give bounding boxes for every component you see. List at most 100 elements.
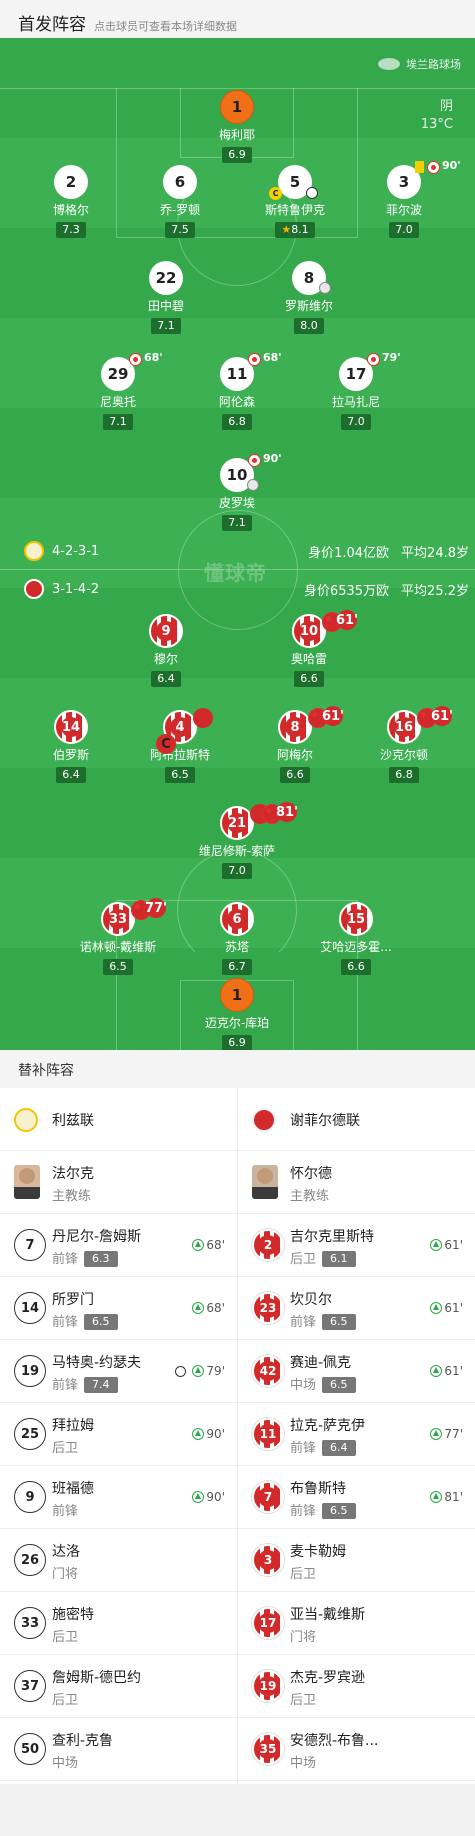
player-home-dm1[interactable]: 22 田中碧 7.1 [111, 261, 221, 334]
sub-in-minute: 77' [444, 1427, 463, 1441]
jersey-icon: 2 [252, 1229, 284, 1261]
player-home-st[interactable]: 10 90' 皮罗埃 7.1 [182, 452, 292, 531]
player-name: 施密特 [52, 1607, 94, 1623]
position-text: 后卫 [290, 1693, 317, 1708]
sub-in-icon [192, 1428, 205, 1440]
lineup-hint: 点击球员可查看本场详细数据 [94, 20, 237, 33]
player-away-dm[interactable]: 21 81' 维尼修斯-索萨 7.0 [182, 802, 298, 879]
home-team-row[interactable]: 利兹联 [0, 1088, 237, 1151]
player-name: 詹姆斯-德巴约 [52, 1670, 142, 1686]
player-away-cb3[interactable]: 15 艾哈迈多霍... 6.6 [301, 902, 411, 975]
sub-player-row[interactable]: 19 杰克-罗宾逊 后卫 [238, 1655, 475, 1718]
sub-player-row[interactable]: 2 吉尔克里斯特 后卫 6.1 61' [238, 1214, 475, 1277]
player-away-m3[interactable]: 8 61' 阿梅尔 6.6 [240, 706, 350, 783]
sub-player-row[interactable]: 26 达洛 门将 [0, 1529, 237, 1592]
player-home-cb2[interactable]: 5 C 斯特鲁伊克 ★8.1 [240, 165, 350, 238]
coach-role: 主教练 [290, 1189, 330, 1204]
sub-player-row[interactable]: 17 亚当-戴维斯 门将 [238, 1592, 475, 1655]
player-away-cb2[interactable]: 6 苏塔 6.7 [182, 902, 292, 975]
jersey-number: 23 [258, 1298, 278, 1318]
sub-in-info: 68' [192, 1301, 225, 1315]
player-away-m1[interactable]: 14 伯罗斯 6.4 [16, 710, 126, 783]
player-position: 后卫 [52, 1437, 78, 1456]
jersey-number: 29 [107, 365, 129, 383]
player-rating: 7.3 [56, 222, 86, 238]
player-away-m4[interactable]: 16 61' 沙克尔顿 6.8 [349, 706, 459, 783]
player-rating: 6.4 [151, 671, 181, 687]
home-coach-row[interactable]: 法尔克 主教练 [0, 1151, 237, 1214]
jersey-number: 6 [227, 909, 247, 929]
player-position: 门将 [52, 1563, 78, 1582]
player-home-dm2[interactable]: 8 罗斯维尔 8.0 [254, 261, 364, 334]
player-name: 博格尔 [52, 203, 89, 217]
player-rating: 7.4 [84, 1377, 118, 1393]
player-away-st2[interactable]: 10 61' 奥哈雷 6.6 [254, 610, 364, 687]
coach-name: 怀尔德 [290, 1166, 332, 1182]
team-name: 谢菲尔德联 [290, 1113, 360, 1129]
jersey-icon: 8 [292, 261, 331, 295]
sub-player-row[interactable]: 9 班福德 前锋 90' [0, 1466, 237, 1529]
jersey-number: 33 [108, 909, 128, 929]
sub-player-row[interactable]: 7 丹尼尔-詹姆斯 前锋 6.3 68' [0, 1214, 237, 1277]
stadium-icon [378, 58, 400, 70]
player-away-st1[interactable]: 9 穆尔 6.4 [111, 614, 221, 687]
player-home-cb1[interactable]: 6 乔-罗顿 7.5 [125, 165, 235, 238]
player-rating: 6.5 [322, 1503, 356, 1519]
player-away-cb1[interactable]: 33 77' 诺林顿-戴维斯 6.5 [63, 898, 173, 975]
home-team-info: 4-2-3-1 身价1.04亿欧 平均24.8岁 [24, 541, 469, 561]
away-coach-row[interactable]: 怀尔德 主教练 [238, 1151, 475, 1214]
jersey-number: 9 [156, 621, 176, 641]
jersey-icon: 23 [252, 1292, 284, 1324]
jersey-number: 19 [258, 1676, 278, 1696]
player-home-rb[interactable]: 2 博格尔 7.3 [16, 165, 126, 238]
jersey-icon: 16 61' [387, 706, 453, 744]
sub-player-row[interactable]: 3 麦卡勒姆 后卫 [238, 1529, 475, 1592]
player-home-gk[interactable]: 1 梅利耶 6.9 [182, 90, 292, 163]
player-rating: 6.5 [322, 1314, 356, 1330]
player-position: 中场 6.5 [290, 1374, 356, 1393]
player-home-am3[interactable]: 17 79' 拉马扎尼 7.0 [301, 351, 411, 430]
rating-value: 8.1 [291, 223, 309, 236]
away-team-info: 3-1-4-2 身价6535万欧 平均25.2岁 [24, 579, 469, 599]
player-name: 迈克尔-库珀 [204, 1016, 270, 1030]
player-name: 穆尔 [153, 652, 178, 666]
sub-minute: 77' [145, 898, 167, 918]
player-rating: 6.4 [322, 1440, 356, 1456]
jersey-icon: 7 [252, 1481, 284, 1513]
jersey-number: 10 [299, 621, 319, 641]
player-name: 坎贝尔 [290, 1292, 332, 1308]
sub-player-row[interactable]: 23 坎贝尔 前锋 6.5 61' [238, 1277, 475, 1340]
position-text: 门将 [52, 1567, 79, 1582]
sub-player-row[interactable]: 37 詹姆斯-德巴约 后卫 [0, 1655, 237, 1718]
sub-player-row[interactable]: 11 拉克-萨克伊 前锋 6.4 77' [238, 1403, 475, 1466]
player-position: 前锋 6.5 [290, 1500, 356, 1519]
player-name: 梅利耶 [218, 128, 255, 142]
sub-player-row[interactable]: 42 赛迪-佩克 中场 6.5 61' [238, 1340, 475, 1403]
position-text: 后卫 [52, 1693, 79, 1708]
sub-player-row[interactable]: 25 拜拉姆 后卫 90' [0, 1403, 237, 1466]
jersey-icon: 10 61' [292, 610, 358, 648]
player-position: 前锋 6.5 [52, 1311, 118, 1330]
sub-player-row[interactable]: 14 所罗门 前锋 6.5 68' [0, 1277, 237, 1340]
player-rating: 6.6 [280, 767, 310, 783]
coach-avatar [14, 1165, 40, 1199]
pitch: 埃兰路球场 阴 13°C 懂球帝 4-2-3-1 身价1.04亿欧 平均24.8… [0, 38, 475, 1050]
goal-icon [175, 1365, 187, 1377]
away-avg-age: 平均25.2岁 [401, 583, 469, 599]
sub-player-row[interactable]: 33 施密特 后卫 [0, 1592, 237, 1655]
sub-player-row[interactable]: 50 查利-克鲁 中场 [0, 1718, 237, 1781]
player-home-am2[interactable]: 11 68' 阿伦森 6.8 [182, 351, 292, 430]
player-rating: 6.3 [84, 1251, 118, 1267]
jersey-icon: 1 [220, 978, 254, 1012]
sub-in-minute: 61' [444, 1301, 463, 1315]
player-home-lb[interactable]: 3 90' 菲尔波 7.0 [349, 159, 461, 238]
player-rating: 6.8 [389, 767, 419, 783]
sub-player-row[interactable]: 7 布鲁斯特 前锋 6.5 81' [238, 1466, 475, 1529]
sub-player-row[interactable]: 35 安德烈-布鲁... 中场 [238, 1718, 475, 1781]
away-team-row[interactable]: 谢菲尔德联 [238, 1088, 475, 1151]
player-away-m2[interactable]: 4 C 阿布拉斯特 6.5 [125, 708, 235, 783]
jersey-icon: 26 [14, 1544, 46, 1576]
player-away-gk[interactable]: 1 迈克尔-库珀 6.9 [182, 978, 292, 1050]
sub-player-row[interactable]: 19 马特奥-约瑟夫 前锋 7.4 79' [0, 1340, 237, 1403]
player-home-am1[interactable]: 29 68' 尼奥托 7.1 [63, 351, 173, 430]
